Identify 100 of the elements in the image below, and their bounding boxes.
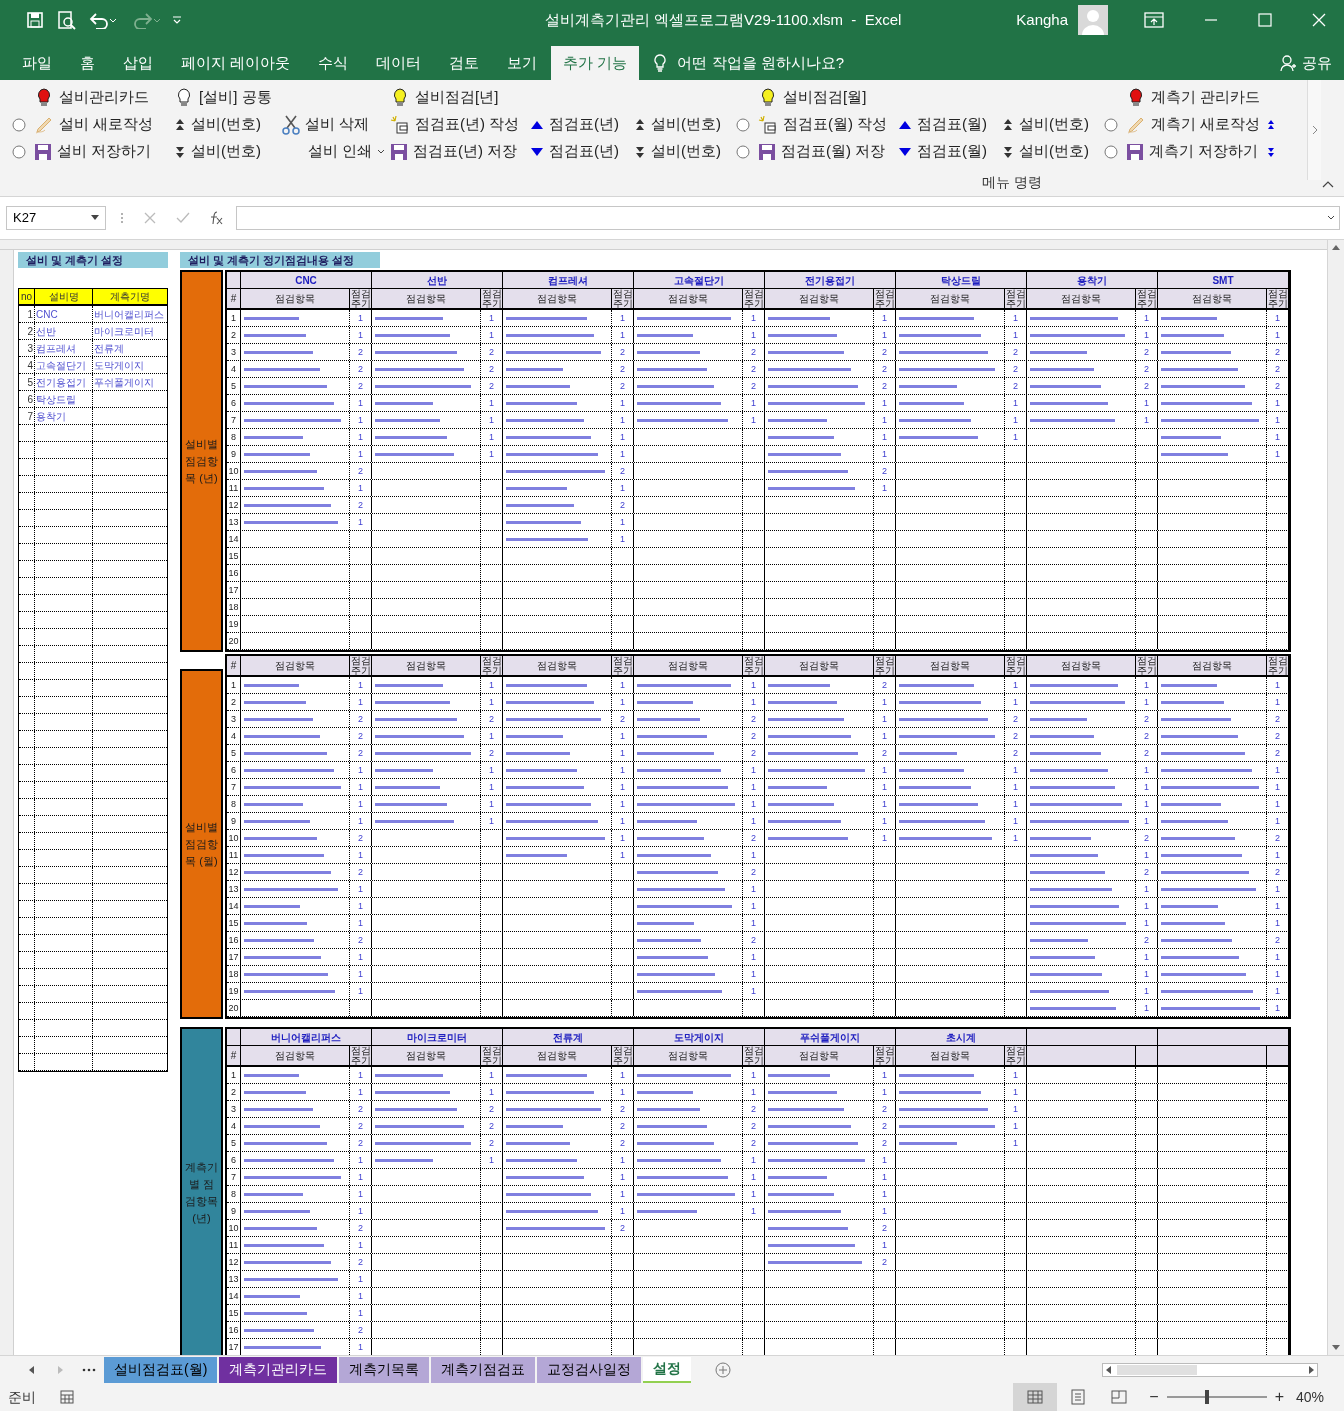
ribbon-command[interactable]: [1266, 118, 1276, 131]
ribbon-command[interactable]: 계측기 저장하기: [1126, 140, 1259, 163]
formula-input[interactable]: [236, 206, 1340, 230]
scroll-up-icon[interactable]: [1332, 244, 1340, 250]
add-sheet-icon[interactable]: [715, 1361, 732, 1378]
ribbon-command[interactable]: 설비 인쇄: [282, 140, 386, 163]
scroll-down-icon[interactable]: [1332, 1345, 1340, 1351]
ribbon-command[interactable]: 설비(번호): [174, 140, 261, 163]
row-number: 14: [227, 531, 241, 547]
illegible-text: [637, 836, 704, 840]
sheet-tab[interactable]: 계측기점검표: [431, 1356, 536, 1383]
ribbon-tab[interactable]: 데이터: [362, 46, 436, 80]
scroll-left-icon[interactable]: [1105, 1365, 1111, 1374]
ribbon-command[interactable]: 설비 저장하기: [34, 140, 152, 163]
ribbon-command[interactable]: 계측기 관리카드: [1126, 86, 1261, 109]
row-number: 5: [227, 378, 241, 394]
row-number: 1: [227, 1067, 241, 1083]
ribbon-command[interactable]: 점검표(년): [530, 113, 619, 136]
macro-record-icon[interactable]: [60, 1390, 74, 1404]
check-icon[interactable]: [176, 212, 190, 224]
sheet-tab[interactable]: 교정검사일정: [537, 1356, 642, 1383]
radio-button[interactable]: [736, 144, 750, 159]
function-icon[interactable]: [208, 211, 224, 225]
ribbon-command[interactable]: [1266, 145, 1276, 158]
illegible-text: [768, 700, 837, 704]
zoom-in-button[interactable]: +: [1274, 1389, 1284, 1405]
column-header: 점검항목: [241, 656, 350, 675]
ribbon-command[interactable]: [설비] 공통: [174, 86, 272, 109]
zoom-out-button[interactable]: −: [1149, 1389, 1159, 1405]
customize-icon[interactable]: [172, 15, 182, 25]
tell-me-search[interactable]: 어떤 작업을 원하시나요?: [677, 51, 845, 75]
ribbon-command[interactable]: 점검표(월): [898, 140, 987, 163]
share-button[interactable]: 공유: [1280, 46, 1332, 80]
ribbon-tab[interactable]: 수식: [304, 46, 363, 80]
ribbon-tab[interactable]: 검토: [435, 46, 494, 80]
ribbon-command[interactable]: 계측기 새로작성: [1126, 113, 1261, 136]
ribbon-tab[interactable]: 파일: [8, 46, 66, 80]
column-header: 점검주기: [1005, 1046, 1027, 1065]
ribbon-command[interactable]: 설비점검[년]: [390, 86, 499, 109]
row-number: 11: [227, 1237, 241, 1253]
sheet-tab[interactable]: 계측기목록: [339, 1356, 430, 1383]
table-cell: 1: [481, 310, 503, 326]
ribbon-command[interactable]: 설비 새로작성: [34, 113, 154, 136]
column-header: 점검주기: [743, 1046, 765, 1065]
ribbon-tab[interactable]: 추가 기능: [551, 46, 640, 80]
ribbon-command[interactable]: 설비점검[월]: [758, 86, 867, 109]
radio-button[interactable]: [1104, 144, 1118, 159]
undo-icon[interactable]: [88, 11, 118, 29]
ribbon-command[interactable]: 점검표(년): [530, 140, 619, 163]
sheet-tab[interactable]: 설비점검표(월): [104, 1356, 218, 1383]
normal-view-button[interactable]: [1013, 1383, 1058, 1411]
radio-button[interactable]: [736, 117, 750, 132]
ribbon-command[interactable]: 설비관리카드: [34, 86, 149, 109]
ribbon-tab[interactable]: 삽입: [109, 46, 167, 80]
ribbon-command[interactable]: 설비(번호): [634, 140, 721, 163]
sheet-tab[interactable]: 설정: [643, 1356, 692, 1383]
ribbon-command[interactable]: 설비 삭제: [282, 113, 370, 136]
down-arrow-icon: [174, 144, 186, 159]
ribbon-tab[interactable]: 페이지 레이아웃: [167, 46, 305, 80]
close-icon[interactable]: [1312, 13, 1326, 27]
illegible-text: [244, 316, 299, 320]
page-break-icon[interactable]: [1111, 1390, 1128, 1404]
name-box[interactable]: K27: [6, 206, 106, 230]
row-number: 9: [227, 446, 241, 462]
radio-button[interactable]: [12, 117, 26, 132]
ribbon-command[interactable]: 점검표(월) 작성: [758, 113, 888, 136]
ribbon-command[interactable]: 점검표(년) 작성: [390, 113, 520, 136]
maximize-icon[interactable]: [1258, 13, 1272, 27]
print-preview-icon[interactable]: [56, 10, 76, 30]
ribbon-command[interactable]: 설비(번호): [1002, 140, 1089, 163]
illegible-text: [1161, 819, 1228, 823]
table-cell: 1: [481, 446, 503, 462]
vertical-scrollbar[interactable]: [1327, 240, 1344, 1355]
ribbon-display-icon[interactable]: [1144, 12, 1164, 28]
ribbon-command[interactable]: 설비(번호): [1002, 113, 1089, 136]
page-layout-icon[interactable]: [1071, 1389, 1086, 1405]
radio-button[interactable]: [1104, 117, 1118, 132]
scroll-right-icon[interactable]: [1309, 1365, 1315, 1374]
table-cell: 4: [19, 357, 35, 373]
ribbon-tab[interactable]: 홈: [66, 46, 109, 80]
more-sheets-icon[interactable]: [82, 1367, 96, 1372]
collapse-ribbon-icon[interactable]: [1322, 180, 1334, 188]
previous-sheet-icon[interactable]: [28, 1365, 34, 1374]
ribbon-command[interactable]: 설비(번호): [634, 113, 721, 136]
row-number: 16: [227, 565, 241, 581]
sheet-tab[interactable]: 계측기관리카드: [219, 1356, 338, 1383]
ribbon-command[interactable]: 설비(번호): [174, 113, 261, 136]
radio-button[interactable]: [12, 144, 26, 159]
save-icon[interactable]: [26, 11, 44, 29]
ribbon-tab[interactable]: 보기: [493, 46, 552, 80]
horizontal-scrollbar[interactable]: [1102, 1362, 1318, 1377]
ribbon-command[interactable]: 점검표(월) 저장: [758, 140, 886, 163]
table-cell: 1: [1136, 966, 1158, 982]
table-cell: 1: [1136, 983, 1158, 999]
ribbon-command[interactable]: 점검표(월): [898, 113, 987, 136]
ribbon-command[interactable]: 점검표(년) 저장: [390, 140, 518, 163]
lightbulb-icon[interactable]: [653, 53, 668, 73]
row-number: 17: [227, 949, 241, 965]
table-cell: 1: [612, 1067, 634, 1083]
zoom-slider[interactable]: [1166, 1390, 1267, 1404]
